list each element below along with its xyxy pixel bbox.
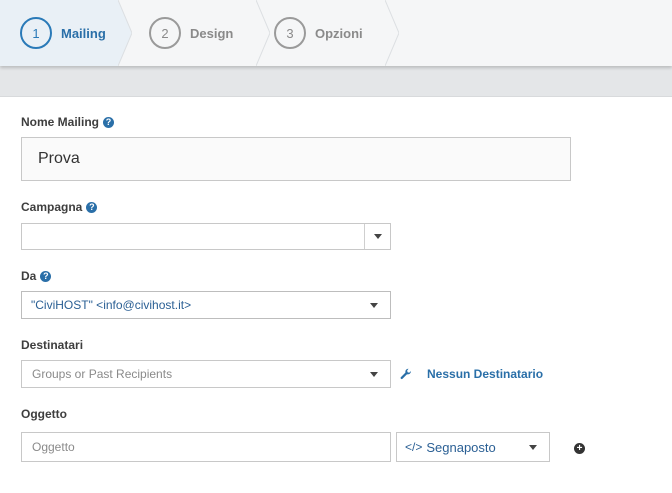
wizard-steps: 1 Mailing 2 Design 3 Opzioni (0, 0, 672, 66)
step-label: Mailing (61, 25, 106, 41)
caret-down-icon (529, 445, 537, 450)
mailing-name-label: Nome Mailing ? (21, 115, 115, 129)
mailing-form: Nome Mailing ? Prova Campagna ? Da ? "Ci… (0, 96, 672, 493)
from-label: Da ? (21, 269, 52, 283)
step-divider (385, 0, 399, 66)
plus-circle-icon[interactable]: + (574, 443, 585, 454)
caret-down-icon (370, 303, 378, 308)
token-select[interactable]: </> Segnaposto (396, 432, 550, 462)
campaign-select[interactable] (21, 223, 391, 250)
step-label: Opzioni (315, 25, 363, 41)
recipients-select[interactable]: Groups or Past Recipients (21, 360, 391, 388)
step-label: Design (190, 25, 234, 41)
code-icon: </> (405, 440, 423, 454)
caret-down-icon[interactable] (364, 224, 390, 249)
subject-label: Oggetto (21, 407, 67, 421)
tab-mailing[interactable]: 1 Mailing (20, 0, 106, 66)
step-number: 1 (20, 17, 52, 49)
step-divider (256, 0, 270, 66)
recipients-label: Destinatari (21, 338, 84, 352)
tab-design[interactable]: 2 Design (149, 0, 233, 66)
wrench-icon[interactable] (400, 368, 412, 380)
step-divider (118, 0, 132, 66)
subject-input[interactable]: Oggetto (21, 432, 391, 462)
question-circle-icon[interactable]: ? (40, 270, 52, 282)
step-number: 3 (274, 17, 306, 49)
tab-opzioni[interactable]: 3 Opzioni (274, 0, 363, 66)
campaign-label: Campagna ? (21, 200, 98, 214)
step-number: 2 (149, 17, 181, 49)
mailing-name-input[interactable]: Prova (21, 137, 571, 181)
no-recipients-link[interactable]: Nessun Destinatario (427, 367, 543, 381)
question-circle-icon[interactable]: ? (103, 116, 115, 128)
caret-down-icon (370, 372, 378, 377)
question-circle-icon[interactable]: ? (86, 201, 98, 213)
from-select[interactable]: "CiviHOST" <info@civihost.it> (21, 291, 391, 319)
